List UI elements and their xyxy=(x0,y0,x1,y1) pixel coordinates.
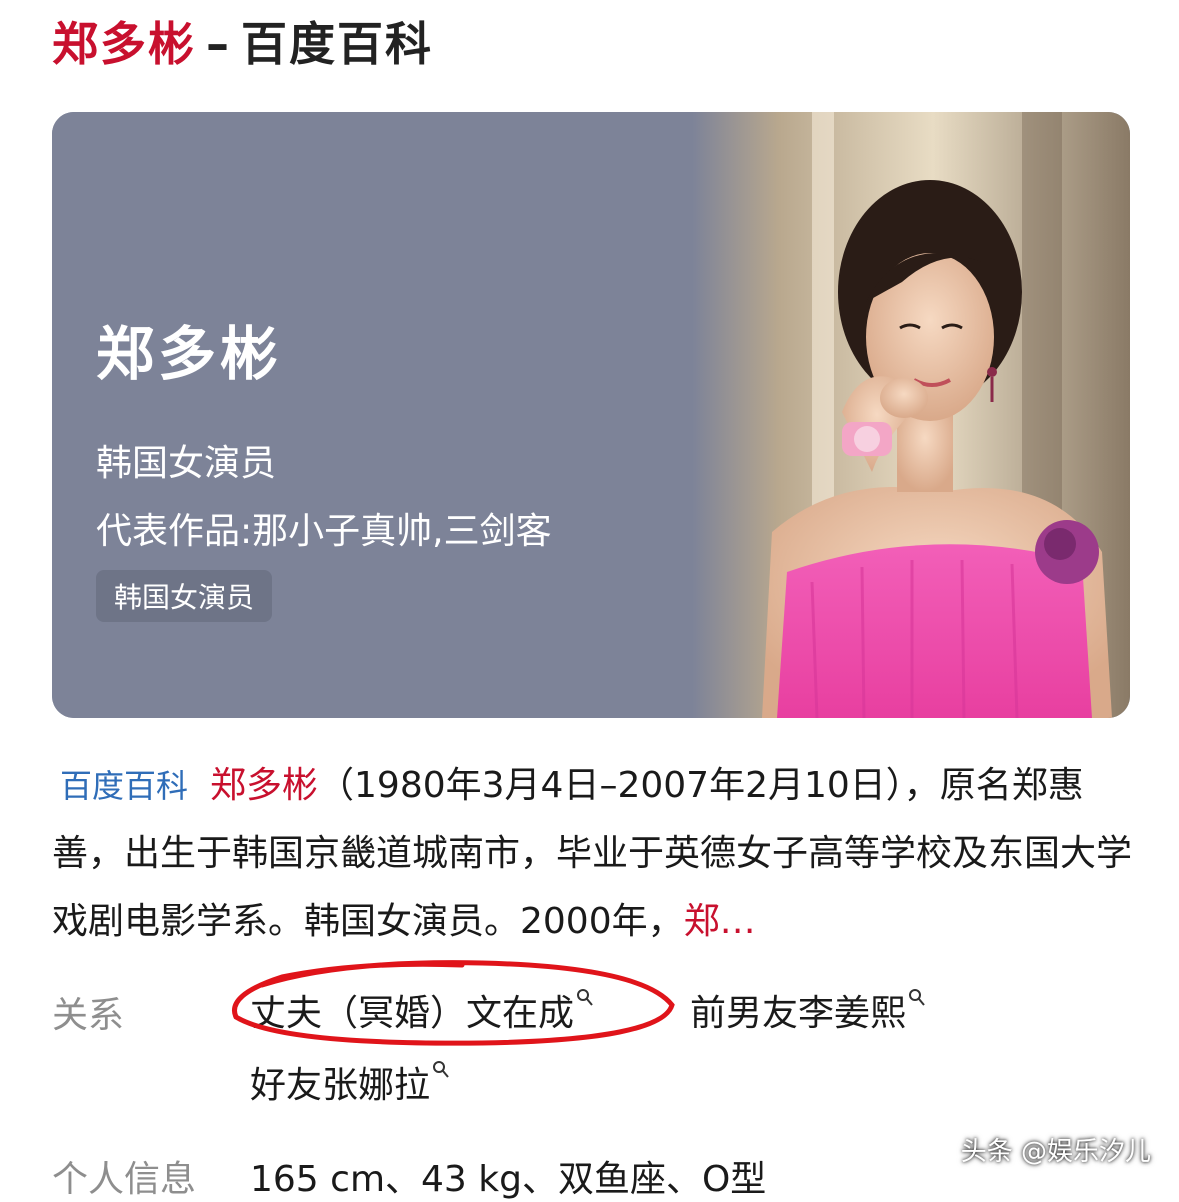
relation-label: 好友张娜拉 xyxy=(250,1065,431,1106)
hero-works: 代表作品:那小子真帅,三剑客 xyxy=(96,511,552,552)
title-name: 郑多彬 xyxy=(52,17,196,71)
summary-more-link[interactable]: 郑… xyxy=(684,901,756,942)
hero-info-panel xyxy=(52,112,742,718)
summary-paragraph: 百度百科 郑多彬（1980年3月4日–2007年2月10日），原名郑惠善，出生于韩… xyxy=(52,752,1132,956)
search-icon xyxy=(909,989,925,1006)
relation-husband[interactable]: 丈夫（冥婚）文在成 xyxy=(250,984,594,1036)
relation-friend[interactable]: 好友张娜拉 xyxy=(250,1056,450,1108)
page-title: 郑多彬 – 百度百科 xyxy=(52,12,433,76)
hero-subtitle: 韩国女演员 xyxy=(96,443,277,484)
relation-label: 丈夫（冥婚）文在成 xyxy=(250,993,575,1034)
hero-card[interactable]: 郑多彬 韩国女演员 代表作品:那小子真帅,三剑客 韩国女演员 xyxy=(52,112,1130,718)
portrait-photo xyxy=(692,112,1130,718)
relation-ex-boyfriend[interactable]: 前男友李姜熙 xyxy=(690,984,926,1036)
personal-info-label: 个人信息 xyxy=(52,1159,197,1200)
search-icon xyxy=(433,1061,449,1078)
personal-info-value: 165 cm、43 kg、双鱼座、O型 xyxy=(250,1159,767,1200)
hero-name: 郑多彬 xyxy=(96,320,283,388)
watermark: 头条 @娱乐汐儿 xyxy=(960,1137,1151,1167)
hero-tag[interactable]: 韩国女演员 xyxy=(96,570,273,622)
search-icon xyxy=(577,989,593,1006)
relation-label: 前男友李姜熙 xyxy=(690,993,907,1034)
summary-name-link[interactable]: 郑多彬 xyxy=(210,765,318,806)
title-site: 百度百科 xyxy=(241,17,433,71)
title-separator: – xyxy=(206,17,231,71)
baike-source-link[interactable]: 百度百科 xyxy=(60,767,188,805)
relations-label: 关系 xyxy=(52,995,125,1036)
